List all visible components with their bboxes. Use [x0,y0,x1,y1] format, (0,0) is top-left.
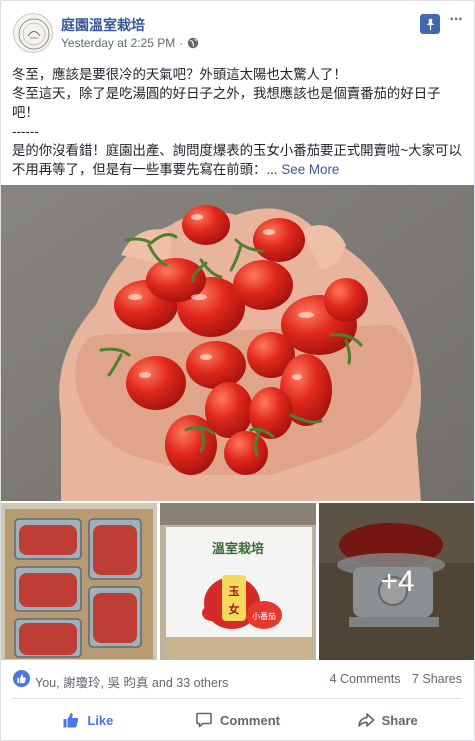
post-text-truncated: 是的你沒看錯！庭園出產、詢問度爆表的玉女小番茄要正式開賣啦~大家可以不用再等了，… [12,143,462,177]
photo-thumbnail[interactable]: 溫室栽培 玉 女 小番茄 [160,503,316,660]
post-meta: Yesterday at 2:25 PM · [61,36,199,50]
photo-grid: 溫室栽培 玉 女 小番茄 +4 [1,503,474,660]
engagement-counts: 4 Comments 7 Shares [322,672,462,686]
divider [13,698,462,699]
share-button[interactable]: Share [312,703,462,737]
thumbs-up-icon[interactable] [13,670,30,687]
svg-text:女: 女 [229,602,240,616]
page-name-link[interactable]: 庭園溫室栽培 [61,15,145,35]
speech-bubble-icon [196,712,212,728]
see-more-link[interactable]: See More [281,162,339,177]
globe-icon[interactable] [187,37,199,49]
more-photos-count: +4 [380,564,415,598]
post-timestamp[interactable]: Yesterday at 2:25 PM [61,36,175,50]
comments-count[interactable]: 4 Comments [330,672,401,686]
svg-text:溫室栽培: 溫室栽培 [212,541,264,557]
more-photos-overlay[interactable]: +4 [319,503,474,660]
comment-label: Comment [220,712,280,728]
reactions-bar: You, 謝瓊玲, 吳 昀真 and 33 others 4 Comments … [13,669,462,691]
meta-separator: · [179,36,184,50]
reaction-names[interactable]: You, 謝瓊玲, 吳 昀真 and 33 others [35,672,228,691]
share-label: Share [381,712,418,728]
post-body: 冬至，應該是要很冷的天氣吧？外頭這太陽也太驚人了！ 冬至這天，除了是吃湯圓的好日… [12,65,467,179]
comment-button[interactable]: Comment [163,703,313,737]
post-text-line: 冬至，應該是要很冷的天氣吧？外頭這太陽也太驚人了！ [12,67,347,82]
shares-count[interactable]: 7 Shares [412,672,462,686]
photo-thumbnail[interactable] [1,503,157,660]
share-arrow-icon [357,713,374,727]
photo-thumbnail-more[interactable]: +4 [319,503,474,660]
main-photo[interactable] [1,185,474,501]
thumbs-up-icon [63,713,79,728]
action-bar: Like Comment Share [13,703,462,737]
post-card: 庭園溫室栽培 Yesterday at 2:25 PM · ··· 冬至，應該是… [0,0,475,741]
page-avatar[interactable] [13,13,53,53]
like-button[interactable]: Like [13,703,163,737]
svg-text:玉: 玉 [229,585,240,598]
like-label: Like [87,712,114,728]
post-text-line: ------ [12,124,39,139]
pin-icon[interactable] [420,14,440,34]
post-text-line: 冬至這天，除了是吃湯圓的好日子之外，我想應該也是個賣番茄的好日子吧！ [12,86,441,120]
svg-text:小番茄: 小番茄 [252,611,276,621]
post-text-line: 是的你沒看錯！庭園出產、詢問度爆表的玉女小番茄要正式開賣啦~大家可以不用再等了，… [12,141,467,179]
more-options-icon[interactable]: ··· [448,12,464,33]
post-header: 庭園溫室栽培 Yesterday at 2:25 PM · ··· [11,11,464,55]
